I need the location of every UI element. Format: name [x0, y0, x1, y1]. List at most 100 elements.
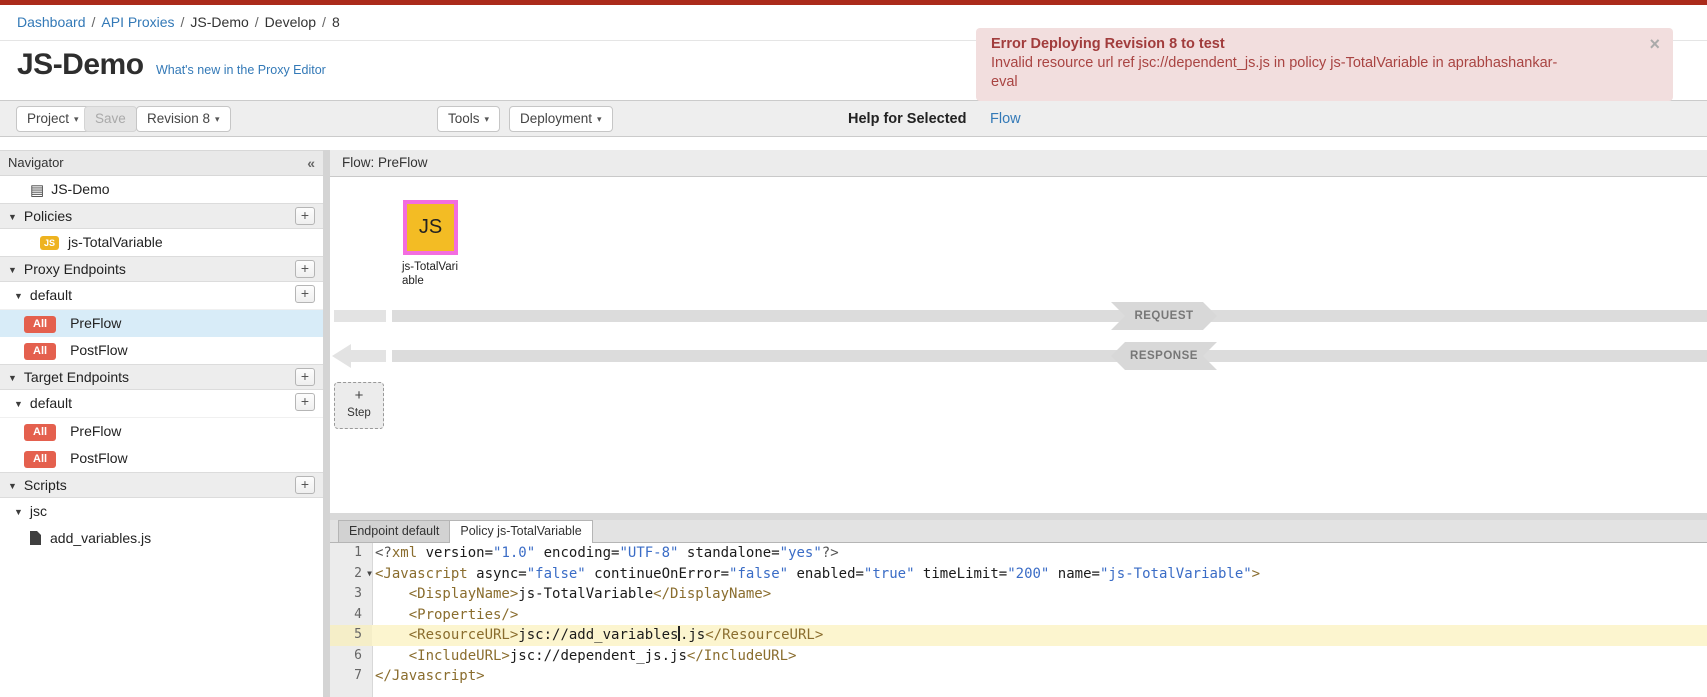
- nav-row-target-preflow[interactable]: All PreFlow: [0, 418, 323, 445]
- nav-label-proxy-preflow: PreFlow: [70, 315, 121, 331]
- chevron-down-icon: ▼: [8, 366, 17, 390]
- breadcrumb-separator: /: [255, 14, 259, 30]
- add-proxy-endpoints-button[interactable]: +: [295, 260, 315, 278]
- code-token: version=: [417, 545, 493, 561]
- code-line-2[interactable]: 2▼<Javascript async="false" continueOnEr…: [330, 564, 1707, 585]
- nav-label-js-demo: JS-Demo: [51, 181, 109, 197]
- code-line-5[interactable]: 5 <ResourceURL>jsc://add_variables.js</R…: [330, 625, 1707, 646]
- request-line: [392, 310, 1707, 322]
- line-number: 5: [330, 625, 372, 646]
- breadcrumb-8: 8: [332, 14, 340, 30]
- code-line-4[interactable]: 4 <Properties/>: [330, 605, 1707, 626]
- code-line-6[interactable]: 6 <IncludeURL>jsc://dependent_js.js</Inc…: [330, 646, 1707, 667]
- code-line-1[interactable]: 1<?xml version="1.0" encoding="UTF-8" st…: [330, 543, 1707, 564]
- add-scripts-button[interactable]: +: [295, 476, 315, 494]
- code-token: encoding=: [535, 545, 619, 561]
- save-button[interactable]: Save: [84, 106, 137, 132]
- code-token: </ResourceURL>: [705, 627, 823, 643]
- nav-row-target-default[interactable]: ▼default+: [0, 390, 323, 418]
- tab-policy-js-totalvariable[interactable]: Policy js-TotalVariable: [449, 520, 592, 543]
- tab-endpoint-default[interactable]: Endpoint default: [338, 520, 450, 542]
- nav-label-target-preflow: PreFlow: [70, 423, 121, 439]
- nav-row-target-endpoints[interactable]: ▼Target Endpoints+: [0, 364, 323, 390]
- line-number: 2▼: [330, 564, 372, 585]
- nav-row-policies[interactable]: ▼Policies+: [0, 203, 323, 229]
- nav-row-target-postflow[interactable]: AllPostFlow: [0, 445, 323, 472]
- add-target-default-button[interactable]: +: [295, 393, 315, 411]
- request-banner: REQUEST: [1111, 302, 1217, 330]
- collapse-panel-icon[interactable]: «: [307, 151, 315, 175]
- horizontal-splitter[interactable]: [330, 513, 1707, 520]
- code-token: ?>: [822, 545, 839, 561]
- nav-row-jsc[interactable]: ▼jsc: [0, 498, 323, 525]
- code-line-3[interactable]: 3 <DisplayName>js-TotalVariable</Display…: [330, 584, 1707, 605]
- breadcrumb-api-proxies[interactable]: API Proxies: [101, 14, 174, 30]
- code-token: <DisplayName>: [409, 586, 519, 602]
- step-label: Step: [335, 406, 383, 420]
- tools-button[interactable]: Tools▾: [437, 106, 500, 132]
- breadcrumb-separator: /: [322, 14, 326, 30]
- response-arrow-icon: [332, 344, 351, 368]
- whats-new-link[interactable]: What's new in the Proxy Editor: [156, 63, 326, 77]
- breadcrumb-separator: /: [92, 14, 96, 30]
- nav-row-proxy-postflow[interactable]: AllPostFlow: [0, 337, 323, 364]
- all-condition-badge: All: [24, 316, 56, 333]
- code-token: name=: [1049, 566, 1100, 582]
- code-token: </DisplayName>: [653, 586, 771, 602]
- add-target-endpoints-button[interactable]: +: [295, 368, 315, 386]
- request-line-segment: [334, 310, 386, 322]
- nav-row-proxy-endpoints[interactable]: ▼Proxy Endpoints+: [0, 256, 323, 282]
- proxy-doc-icon: ▤: [30, 177, 44, 204]
- close-icon[interactable]: ×: [1649, 35, 1660, 53]
- add-proxy-default-button[interactable]: +: [295, 285, 315, 303]
- code-line-content: <ResourceURL>jsc://add_variables.js</Res…: [375, 625, 823, 646]
- nav-row-proxy-default[interactable]: ▼default+: [0, 282, 323, 310]
- nav-label-proxy-postflow: PostFlow: [70, 342, 128, 358]
- code-token: <Javascript: [375, 566, 468, 582]
- revision-button[interactable]: Revision 8▾: [136, 106, 231, 132]
- policy-js-icon[interactable]: JS: [403, 200, 458, 255]
- code-line-content: <Javascript async="false" continueOnErro…: [375, 564, 1260, 585]
- nav-label-proxy-endpoints: Proxy Endpoints: [24, 261, 126, 277]
- deployment-button[interactable]: Deployment▾: [509, 106, 613, 132]
- vertical-splitter[interactable]: [323, 150, 330, 697]
- nav-row-scripts[interactable]: ▼Scripts+: [0, 472, 323, 498]
- code-lines: 1<?xml version="1.0" encoding="UTF-8" st…: [330, 543, 1707, 687]
- nav-label-add-variables-js: add_variables.js: [50, 530, 151, 546]
- line-number: 4: [330, 605, 372, 626]
- code-line-7[interactable]: 7</Javascript>: [330, 666, 1707, 687]
- nav-row-js-totalvariable[interactable]: JSjs-TotalVariable: [0, 229, 323, 256]
- all-condition-badge: All: [24, 424, 56, 441]
- code-editor[interactable]: 1<?xml version="1.0" encoding="UTF-8" st…: [330, 543, 1707, 697]
- policy-name-label: js-TotalVariable: [402, 260, 464, 288]
- file-icon: [30, 531, 41, 545]
- line-number: 6: [330, 646, 372, 667]
- chevron-down-icon: ▾: [597, 107, 602, 131]
- line-number: 3: [330, 584, 372, 605]
- add-step-button[interactable]: + Step: [334, 382, 384, 429]
- code-token: "false": [527, 566, 586, 582]
- response-line: [392, 350, 1707, 362]
- nav-row-js-demo[interactable]: ▤ JS-Demo: [0, 176, 323, 203]
- nav-row-proxy-preflow[interactable]: All PreFlow: [0, 310, 323, 337]
- chevron-down-icon: ▾: [485, 107, 490, 131]
- flow-canvas: JS js-TotalVariable REQUEST RESPONSE + S…: [330, 177, 1707, 513]
- code-token: js-TotalVariable: [518, 586, 653, 602]
- nav-label-js-totalvariable: js-TotalVariable: [68, 234, 163, 250]
- error-toast-message: Invalid resource url ref jsc://dependent…: [991, 54, 1576, 92]
- chevron-down-icon: ▾: [74, 107, 79, 131]
- code-token: <Properties/>: [409, 607, 519, 623]
- breadcrumb-develop: Develop: [265, 14, 316, 30]
- editor-tabbar: Endpoint defaultPolicy js-TotalVariable: [330, 520, 1707, 543]
- help-flow-link[interactable]: Flow: [990, 111, 1021, 127]
- code-token: "200": [1007, 566, 1049, 582]
- add-policies-button[interactable]: +: [295, 207, 315, 225]
- fold-arrow-icon[interactable]: ▼: [367, 564, 372, 585]
- navigator-tree: ▤ JS-Demo ▼Policies+JSjs-TotalVariable ▼ Pro…: [0, 176, 323, 552]
- breadcrumb-js-demo: JS-Demo: [190, 14, 248, 30]
- line-number: 7: [330, 666, 372, 687]
- project-button[interactable]: Project▾: [16, 106, 90, 132]
- nav-row-add-variables-js[interactable]: add_variables.js: [0, 525, 323, 552]
- breadcrumb-dashboard[interactable]: Dashboard: [17, 14, 86, 30]
- breadcrumb-separator: /: [181, 14, 185, 30]
